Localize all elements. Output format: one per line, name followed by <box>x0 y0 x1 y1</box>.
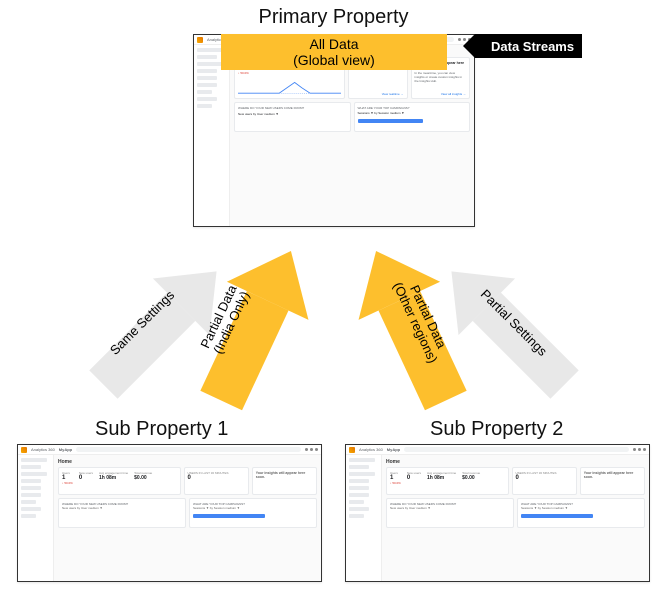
insights-card: Your insights will appear here soon. <box>580 467 645 495</box>
search-input[interactable] <box>76 447 301 452</box>
newusers-value: 0 <box>407 475 421 481</box>
panel-right-sub: Sessions ▼ by Session medium ▼ <box>358 111 467 115</box>
sidebar-item[interactable] <box>349 486 369 490</box>
sidebar-item-acquisition[interactable] <box>197 69 217 73</box>
newusers-value: 0 <box>79 475 93 481</box>
product-name: Analytics 360 <box>359 447 383 452</box>
panel-right-title: WHAT ARE YOUR TOP CAMPAIGNS? <box>358 106 467 110</box>
sidebar-item[interactable] <box>21 500 36 504</box>
metrics-card: Users1↓ 50.0% New users0 Avg engagement … <box>386 467 509 495</box>
sidebar-item[interactable] <box>21 507 41 511</box>
users-delta: ↓ 50.0% <box>62 481 73 485</box>
sidebar-item[interactable] <box>21 514 36 518</box>
sidebar-item-tech[interactable] <box>197 104 212 108</box>
search-input[interactable] <box>404 447 629 452</box>
panel-left-sub: New users by User medium ▼ <box>238 112 347 116</box>
sidebar-item-realtime[interactable] <box>197 55 217 59</box>
sidebar-item[interactable] <box>21 458 47 462</box>
active-users-card: USERS IN LAST 30 MINUTES 0 <box>512 467 577 495</box>
sidebar-item[interactable] <box>21 465 41 469</box>
panel-left-title: WHERE DO YOUR NEW USERS COME FROM? <box>238 106 347 110</box>
sessions-bar <box>358 119 423 123</box>
all-data-banner: All Data (Global view) <box>221 34 447 70</box>
engtime-value: 1h 08m <box>99 475 128 481</box>
users-delta: ↓ 50.0% <box>390 481 401 485</box>
panel-left-sub: New users by User medium ▼ <box>62 506 182 510</box>
analytics-logo-icon <box>197 37 203 43</box>
insights-title: Your insights will appear here soon. <box>256 471 313 479</box>
sidebar-item-lifecycle[interactable] <box>197 62 223 66</box>
sidebar-item[interactable] <box>21 486 41 490</box>
active-value: 0 <box>188 475 245 481</box>
sidebar-item-monetization[interactable] <box>197 83 217 87</box>
data-streams-callout: Data Streams <box>475 34 582 58</box>
sparkline-chart <box>238 77 341 95</box>
top-campaigns-panel: WHAT ARE YOUR TOP CAMPAIGNS? Sessions ▼ … <box>189 498 317 528</box>
revenue-value: $0.00 <box>462 475 480 481</box>
property-name: MyApp <box>387 447 400 452</box>
sidebar-item[interactable] <box>349 479 369 483</box>
metrics-card: Users1↓ 50.0% New users0 Avg engagement … <box>58 467 181 495</box>
realtime-link[interactable]: View realtime → <box>382 92 404 96</box>
new-users-panel: WHERE DO YOUR NEW USERS COME FROM? New u… <box>234 102 351 132</box>
new-users-panel: WHERE DO YOUR NEW USERS COME FROM? New u… <box>386 498 514 528</box>
active-users-card: USERS IN LAST 30 MINUTES 0 <box>184 467 249 495</box>
sidebar-item[interactable] <box>349 472 375 476</box>
insights-title: Your insights will appear here soon. <box>584 471 641 479</box>
sidebar <box>194 45 230 226</box>
sidebar-item[interactable] <box>21 472 47 476</box>
engtime-value: 1h 08m <box>427 475 456 481</box>
sidebar-item[interactable] <box>21 493 41 497</box>
primary-property-title: Primary Property <box>258 6 408 29</box>
banner-line2: (Global view) <box>293 52 375 68</box>
all-insights-link[interactable]: View all insights → <box>441 92 466 96</box>
arrow-partial-settings: Partial Settings <box>408 228 608 428</box>
page-title: Home <box>58 459 317 465</box>
panel-right-sub: Sessions ▼ by Session medium ▼ <box>521 506 641 510</box>
insights-card: Your insights will appear here soon. <box>252 467 317 495</box>
product-name: Analytics 360 <box>31 447 55 452</box>
sidebar-item-retention[interactable] <box>197 90 212 94</box>
sidebar-item[interactable] <box>349 465 369 469</box>
sidebar-item[interactable] <box>349 493 369 497</box>
sidebar-item-engagement[interactable] <box>197 76 217 80</box>
property-name: MyApp <box>59 447 72 452</box>
sidebar-item-home[interactable] <box>197 48 223 52</box>
analytics-logo-icon <box>349 447 355 453</box>
top-campaigns-panel: WHAT ARE YOUR TOP CAMPAIGNS? Sessions ▼ … <box>354 102 471 132</box>
top-campaigns-panel: WHAT ARE YOUR TOP CAMPAIGNS? Sessions ▼ … <box>517 498 645 528</box>
banner-line1: All Data <box>309 36 358 52</box>
active-value: 0 <box>516 475 573 481</box>
sidebar-item[interactable] <box>349 507 369 511</box>
sidebar-item-demographics[interactable] <box>197 97 217 101</box>
panel-right-sub: Sessions ▼ by Session medium ▼ <box>193 506 313 510</box>
insights-sub: In the meantime, you can view insights o… <box>415 71 467 83</box>
page-title: Home <box>386 459 645 465</box>
users-delta: ↓ 50.0% <box>238 71 249 75</box>
analytics-logo-icon <box>21 447 27 453</box>
sidebar-item[interactable] <box>349 500 364 504</box>
sidebar-item[interactable] <box>349 458 375 462</box>
sub-dashboard-1: Analytics 360 MyApp Home <box>17 444 322 582</box>
callout-label: Data Streams <box>491 39 574 54</box>
sidebar-item[interactable] <box>21 479 41 483</box>
panel-left-sub: New users by User medium ▼ <box>390 506 510 510</box>
dashboard-main: Home Users 1 ↓ 50.0% New users 0 <box>230 45 474 226</box>
sidebar-item[interactable] <box>349 514 364 518</box>
revenue-value: $0.00 <box>134 475 152 481</box>
new-users-panel: WHERE DO YOUR NEW USERS COME FROM? New u… <box>58 498 186 528</box>
sub-dashboard-2: Analytics 360 MyApp Home <box>345 444 650 582</box>
